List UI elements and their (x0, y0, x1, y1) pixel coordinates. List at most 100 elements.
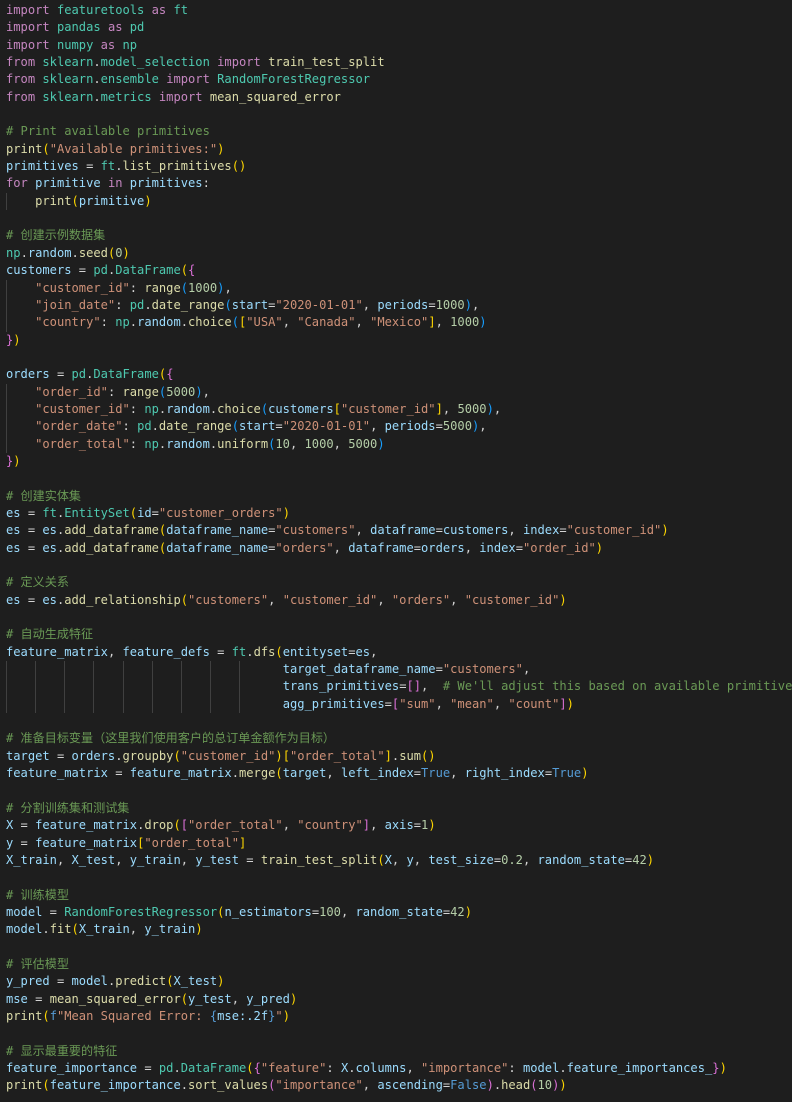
code-line[interactable]: "order_total": np.random.uniform(10, 100… (6, 436, 792, 453)
code-line[interactable] (6, 869, 792, 886)
code-line[interactable]: # 评估模型 (6, 956, 792, 973)
code-line[interactable]: np.random.seed(0) (6, 245, 792, 262)
code-line[interactable]: "join_date": pd.date_range(start = "2020-0… (6, 297, 792, 314)
code-line[interactable]: feature_matrix = feature_matrix.merge(ta… (6, 765, 792, 782)
code-line[interactable]: import featuretools as ft (6, 2, 792, 19)
code-content[interactable]: import featuretools as ft import pandas a… (6, 2, 792, 1095)
code-token: , (370, 644, 378, 659)
code-line[interactable]: mse = mean_squared_error(y_test, y_pred) (6, 991, 792, 1008)
code-line[interactable]: es = es.add_dataframe(dataframe_name="cu… (6, 522, 792, 539)
code-line[interactable]: from sklearn.model_selection import trai… (6, 54, 792, 71)
code-line[interactable]: # 定义关系 (6, 574, 792, 591)
code-line[interactable]: # 创建示例数据集 (6, 227, 792, 244)
code-line[interactable]: "order_id": range(5000), (6, 384, 792, 401)
code-line[interactable]: print(primitive) (6, 193, 792, 210)
code-line[interactable]: agg_primitives=["sum", "mean", "count"]) (6, 696, 792, 713)
code-line[interactable]: "country": np.random.choice(["USA", "Can… (6, 314, 792, 331)
code-line[interactable] (6, 609, 792, 626)
code-line[interactable]: y_pred = model.predict(X_test) (6, 973, 792, 990)
code-line[interactable]: "customer_id": np.random.choice(customer… (6, 401, 792, 418)
code-line[interactable]: "order_date": pd.date_range(start="2020-… (6, 418, 792, 435)
code-line[interactable]: # 自动生成特征 (6, 626, 792, 643)
code-line[interactable]: # 准备目标变量（这里我们使用客户的总订单金额作为目标） (6, 730, 792, 747)
code-token: es (355, 644, 371, 659)
code-token: EntitySet (64, 505, 130, 520)
code-line[interactable]: }) (6, 332, 792, 349)
code-token: RandomForestRegressor (217, 72, 371, 87)
code-line[interactable]: es = es.add_dataframe(dataframe_name="or… (6, 540, 792, 557)
code-token: :.2f (239, 1008, 269, 1023)
code-line[interactable]: print(f"Mean Squared Error: {mse:.2f}") (6, 1008, 792, 1025)
code-token: random_state (355, 904, 443, 919)
code-line[interactable]: orders = pd.DataFrame({ (6, 366, 792, 383)
code-token: head (501, 1078, 531, 1093)
code-line[interactable]: # Print available primitives (6, 123, 792, 140)
code-line[interactable]: # 创建实体集 (6, 488, 792, 505)
code-line[interactable]: # 显示最重要的特征 (6, 1043, 792, 1060)
code-line[interactable]: }) (6, 453, 792, 470)
code-editor[interactable]: import featuretools as ft import pandas a… (0, 0, 792, 1102)
code-line[interactable]: from sklearn.metrics import mean_squared… (6, 89, 792, 106)
code-token: , (442, 401, 458, 416)
code-line[interactable] (6, 782, 792, 799)
code-token: ) (464, 904, 472, 919)
code-line[interactable]: print("Available primitives:") (6, 141, 792, 158)
code-line[interactable]: # 分割训练集和测试集 (6, 800, 792, 817)
code-token: , (450, 592, 465, 607)
code-line[interactable] (6, 557, 792, 574)
code-token: ] (559, 696, 567, 711)
code-line[interactable]: from sklearn.ensemble import RandomFores… (6, 71, 792, 88)
code-token: DataFrame (93, 367, 159, 382)
code-token: RandomForestRegressor (64, 904, 218, 919)
code-token: , (421, 679, 443, 694)
code-token: ) (217, 141, 225, 156)
code-token: es (6, 592, 21, 607)
code-line[interactable]: y = feature_matrix["order_total"] (6, 835, 792, 852)
code-line[interactable] (6, 939, 792, 956)
code-token: dataframe (348, 540, 414, 555)
code-token: "Available primitives:" (49, 141, 218, 156)
code-line[interactable]: for primitive in primitives: (6, 175, 792, 192)
code-token: es (42, 523, 57, 538)
code-line[interactable]: es = es.add_relationship("customers", "c… (6, 592, 792, 609)
code-line[interactable]: X = feature_matrix.drop(["order_total", … (6, 817, 792, 834)
code-line[interactable]: customers = pd.DataFrame({ (6, 262, 792, 279)
code-line[interactable]: feature_importance = pd.DataFrame({"feat… (6, 1060, 792, 1077)
code-token: ( (275, 644, 283, 659)
code-line[interactable] (6, 470, 792, 487)
code-line[interactable] (6, 713, 792, 730)
code-token: random (137, 315, 181, 330)
code-line[interactable]: "customer_id": range(1000), (6, 280, 792, 297)
code-token: primitive (78, 193, 145, 208)
code-line[interactable]: primitives = ft.list_primitives() (6, 158, 792, 175)
code-token: ) (195, 922, 203, 937)
code-token: . (20, 245, 28, 260)
code-token: ft (100, 159, 116, 174)
code-token: merge (239, 766, 276, 781)
code-token: print (6, 1008, 43, 1023)
code-line[interactable]: es = ft.EntitySet(id="customer_orders") (6, 505, 792, 522)
code-line[interactable]: model = RandomForestRegressor(n_estimato… (6, 904, 792, 921)
code-line[interactable]: import numpy as np (6, 37, 792, 54)
code-line[interactable]: import pandas as pd (6, 19, 792, 36)
code-line[interactable]: target = orders.groupby("customer_id")["… (6, 748, 792, 765)
code-token: = (20, 540, 43, 555)
code-token: metrics (100, 89, 152, 104)
code-line[interactable]: feature_matrix, feature_defs = ft.dfs(en… (6, 644, 792, 661)
code-token: 42 (632, 852, 647, 867)
code-line[interactable]: model.fit(X_train, y_train) (6, 921, 792, 938)
code-token: customers (6, 263, 72, 278)
code-line[interactable]: X_train, X_test, y_train, y_test = train… (6, 852, 792, 869)
code-line[interactable]: target_dataframe_name="customers", (6, 661, 792, 678)
code-line[interactable]: # 训练模型 (6, 887, 792, 904)
code-token: } (712, 1060, 720, 1075)
code-line[interactable]: trans_primitives=[], # We'll adjust this… (6, 678, 792, 695)
code-line[interactable] (6, 349, 792, 366)
code-token: 1000 (435, 297, 465, 312)
code-line[interactable] (6, 1025, 792, 1042)
code-token: = (239, 852, 261, 867)
code-line[interactable] (6, 210, 792, 227)
code-line[interactable] (6, 106, 792, 123)
code-line[interactable]: print(feature_importance.sort_values("im… (6, 1077, 792, 1094)
